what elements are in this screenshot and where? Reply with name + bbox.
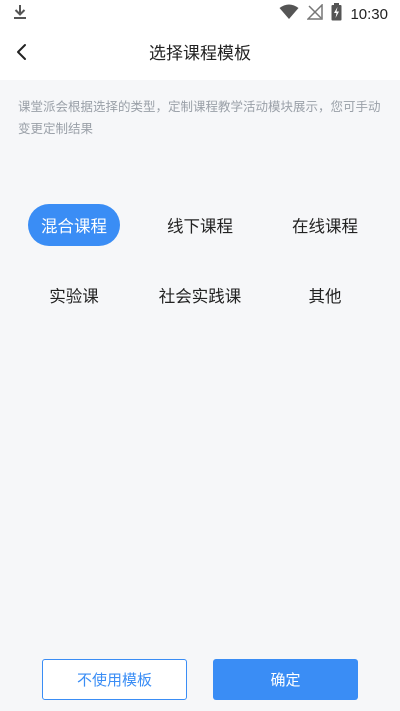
template-chip-lab[interactable]: 实验课 bbox=[28, 274, 120, 316]
battery-charging-icon bbox=[331, 3, 342, 25]
template-chip-social-practice[interactable]: 社会实践课 bbox=[145, 274, 255, 316]
template-chip-other[interactable]: 其他 bbox=[279, 274, 371, 316]
no-template-button[interactable]: 不使用模板 bbox=[42, 659, 187, 700]
confirm-button[interactable]: 确定 bbox=[213, 659, 358, 700]
wifi-icon bbox=[279, 4, 299, 24]
chevron-left-icon bbox=[15, 43, 29, 65]
template-chip-hybrid[interactable]: 混合课程 bbox=[28, 204, 120, 246]
back-button[interactable] bbox=[6, 38, 38, 70]
nav-bar: 选择课程模板 bbox=[0, 28, 400, 80]
footer-actions: 不使用模板 确定 bbox=[0, 656, 400, 700]
template-chip-offline[interactable]: 线下课程 bbox=[154, 204, 246, 246]
status-bar: 10:30 bbox=[0, 0, 400, 28]
page-title: 选择课程模板 bbox=[149, 44, 251, 64]
description-text: 课堂派会根据选择的类型，定制课程教学活动模块展示，您可手动变更定制结果 bbox=[18, 99, 381, 136]
no-signal-icon bbox=[306, 3, 324, 24]
template-chip-online[interactable]: 在线课程 bbox=[279, 204, 371, 246]
clock: 10:30 bbox=[350, 5, 388, 23]
download-icon bbox=[12, 3, 28, 25]
